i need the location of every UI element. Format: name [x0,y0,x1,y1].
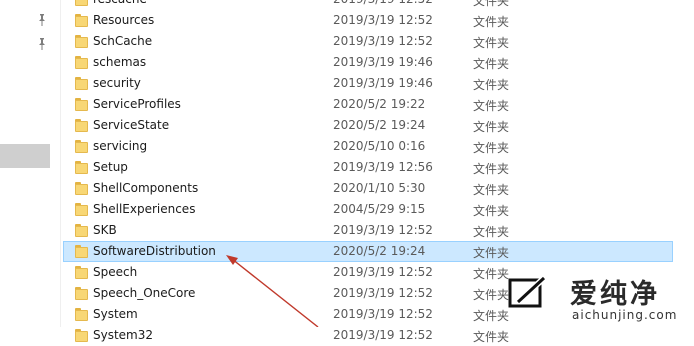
file-type: 文件夹 [473,162,510,176]
file-date: 2019/3/19 12:52 [333,286,433,300]
folder-icon [75,245,88,258]
file-type: 文件夹 [473,99,510,113]
file-date: 2019/3/19 19:46 [333,76,433,90]
file-name: ShellExperiences [93,202,196,216]
file-row[interactable]: SoftwareDistribution 2020/5/2 19:24 文件夹 [63,241,673,262]
file-type: 文件夹 [473,120,510,134]
file-name: System32 [93,328,154,342]
folder-icon [75,287,88,300]
folder-icon [75,98,88,111]
file-type: 文件夹 [473,78,510,92]
file-date: 2020/5/10 0:16 [333,139,426,153]
file-date: 2020/5/2 19:24 [333,244,426,258]
file-date: 2020/1/10 5:30 [333,181,426,195]
file-name: ServiceState [93,118,170,132]
file-name: ServiceProfiles [93,97,181,111]
file-name: SKB [93,223,117,237]
file-type: 文件夹 [473,0,510,8]
file-name: security [93,76,141,90]
file-type: 文件夹 [473,330,510,344]
file-row[interactable]: ServiceProfiles 2020/5/2 19:22 文件夹 [63,94,673,115]
watermark: 爱纯净 aichunjing.com [500,268,694,327]
file-type: 文件夹 [473,15,510,29]
file-date: 2019/3/19 12:52 [333,223,433,237]
file-row[interactable]: SKB 2019/3/19 12:52 文件夹 [63,220,673,241]
file-name: Speech_OneCore [93,286,196,300]
file-date: 2019/3/19 12:52 [333,13,433,27]
folder-icon [75,77,88,90]
file-row[interactable]: SchCache 2019/3/19 12:52 文件夹 [63,31,673,52]
folder-icon [75,56,88,69]
file-name: schemas [93,55,147,69]
file-name: SchCache [93,34,153,48]
file-type: 文件夹 [473,246,510,260]
pin-icon[interactable] [37,38,47,50]
file-name: System [93,307,138,321]
file-name: Speech [93,265,138,279]
folder-icon [75,14,88,27]
folder-icon [75,224,88,237]
file-date: 2020/5/2 19:22 [333,97,426,111]
folder-icon [75,140,88,153]
file-date: 2019/3/19 19:46 [333,55,433,69]
file-name: Resources [93,13,155,27]
file-type: 文件夹 [473,225,510,239]
nav-selected-item[interactable] [0,144,50,168]
file-date: 2019/3/19 12:52 [333,328,433,342]
file-row[interactable]: Resources 2019/3/19 12:52 文件夹 [63,10,673,31]
folder-icon [75,161,88,174]
navigation-pane [0,0,58,327]
file-row[interactable]: Setup 2019/3/19 12:56 文件夹 [63,157,673,178]
file-name: ShellComponents [93,181,199,195]
file-name: servicing [93,139,148,153]
file-name: SoftwareDistribution [93,244,216,258]
file-date: 2019/3/19 12:52 [333,265,433,279]
file-date: 2019/3/19 12:56 [333,160,433,174]
file-date: 2019/3/19 12:52 [333,0,433,6]
folder-icon [75,308,88,321]
file-row[interactable]: security 2019/3/19 19:46 文件夹 [63,73,673,94]
pane-divider[interactable] [60,0,61,327]
folder-icon [75,203,88,216]
folder-icon [75,182,88,195]
file-row[interactable]: ServiceState 2020/5/2 19:24 文件夹 [63,115,673,136]
file-type: 文件夹 [473,183,510,197]
watermark-url: aichunjing.com [572,308,678,322]
folder-icon [75,0,88,6]
file-date: 2020/5/2 19:24 [333,118,426,132]
folder-icon [75,329,88,342]
folder-icon [75,35,88,48]
file-row[interactable]: servicing 2020/5/10 0:16 文件夹 [63,136,673,157]
file-date: 2004/5/29 9:15 [333,202,426,216]
file-type: 文件夹 [473,141,510,155]
folder-icon [75,266,88,279]
file-name: Setup [93,160,128,174]
file-date: 2019/3/19 12:52 [333,34,433,48]
folder-icon [75,119,88,132]
file-date: 2019/3/19 12:52 [333,307,433,321]
file-row[interactable]: ShellExperiences 2004/5/29 9:15 文件夹 [63,199,673,220]
watermark-logo-icon [508,275,547,308]
pin-icon[interactable] [37,14,47,26]
file-type: 文件夹 [473,36,510,50]
file-name: rescache [93,0,147,6]
watermark-brand: 爱纯净 [570,279,660,310]
file-row[interactable]: rescache 2019/3/19 12:52 文件夹 [63,0,673,10]
file-type: 文件夹 [473,57,510,71]
file-row[interactable]: ShellComponents 2020/1/10 5:30 文件夹 [63,178,673,199]
file-row[interactable]: schemas 2019/3/19 19:46 文件夹 [63,52,673,73]
file-row[interactable]: System32 2019/3/19 12:52 文件夹 [63,325,673,346]
file-type: 文件夹 [473,204,510,218]
